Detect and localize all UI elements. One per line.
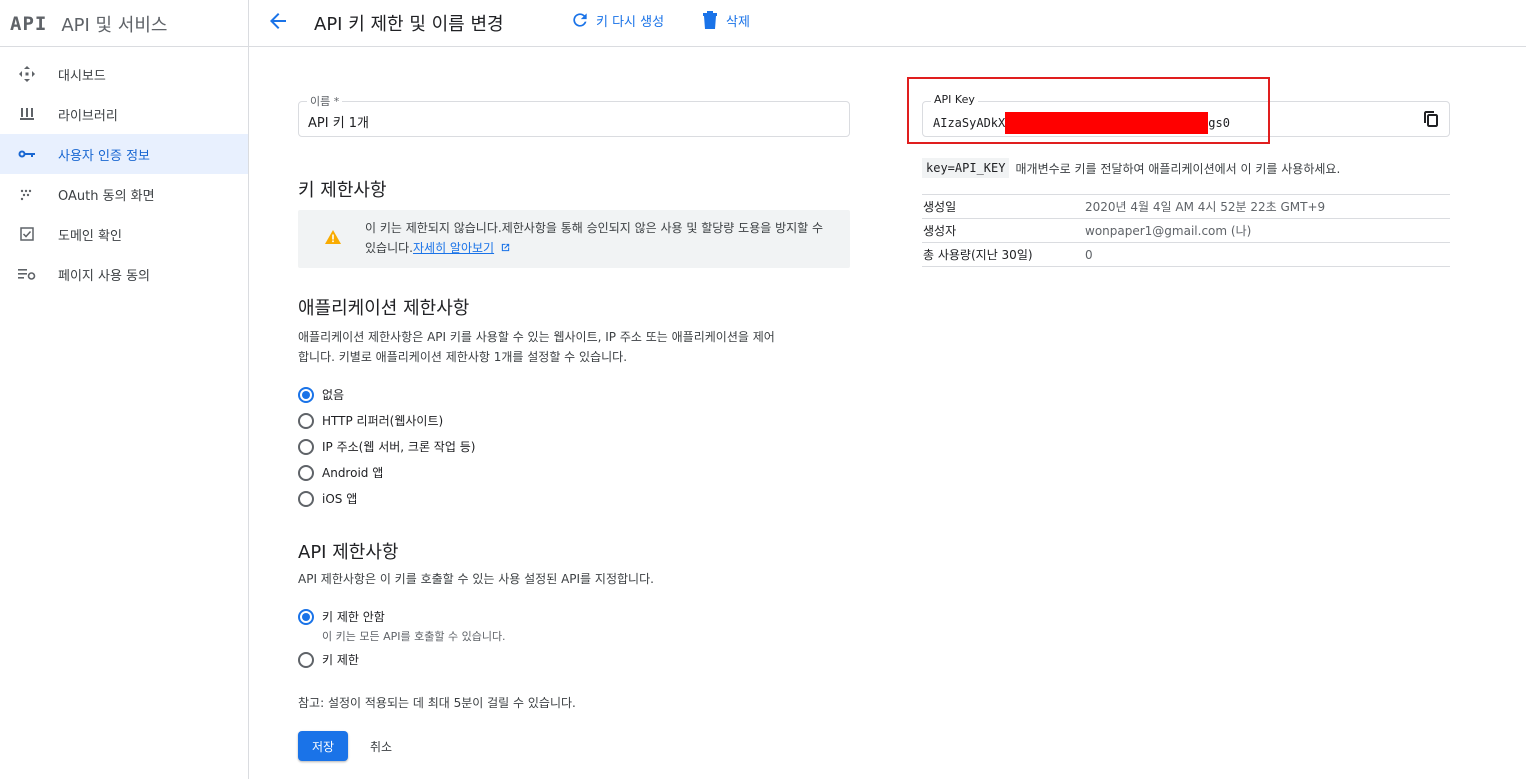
sidebar-item-label: 라이브러리 bbox=[58, 108, 118, 124]
radio-app-ip-address[interactable]: IP 주소(웹 서버, 크론 작업 등) bbox=[298, 438, 475, 455]
radio-unselected-icon bbox=[298, 651, 314, 668]
oauth-consent-icon bbox=[18, 185, 36, 203]
sidebar-item-domain-verification[interactable]: 도메인 확인 bbox=[0, 214, 248, 254]
key-icon bbox=[18, 145, 36, 163]
radio-label: 키 제한 안함 bbox=[322, 610, 385, 624]
radio-label: HTTP 리퍼러(웹사이트) bbox=[322, 414, 444, 428]
radio-label: IP 주소(웹 서버, 크론 작업 등) bbox=[322, 440, 476, 454]
hint-code: key=API_KEY bbox=[922, 158, 1010, 178]
sidebar: 대시보드 라이브러리 사용자 인증 정보 OAuth 동의 화면 도메인 확인 … bbox=[0, 47, 249, 779]
unrestricted-warning: 이 키는 제한되지 않습니다.제한사항을 통해 승인되지 않은 사용 및 할당량… bbox=[298, 210, 850, 268]
sidebar-item-label: OAuth 동의 화면 bbox=[58, 188, 155, 204]
top-bar: API API 및 서비스 API 키 제한 및 이름 변경 키 다시 생성 삭… bbox=[0, 0, 1526, 47]
info-value: wonpaper1@gmail.com (나) bbox=[1085, 224, 1252, 238]
radio-label: 없음 bbox=[322, 388, 345, 402]
copy-icon[interactable] bbox=[1423, 110, 1439, 128]
name-field[interactable]: 이름 * API 키 1개 bbox=[298, 93, 850, 137]
app-restrictions-description-2: 합니다. 키별로 애플리케이션 제한사항 1개를 설정할 수 있습니다. bbox=[298, 350, 628, 364]
learn-more-link[interactable]: 자세히 알아보기 bbox=[413, 241, 494, 255]
trash-icon bbox=[703, 11, 717, 29]
sidebar-item-label: 대시보드 bbox=[58, 68, 106, 84]
radio-unselected-icon bbox=[298, 464, 314, 481]
sidebar-item-dashboard[interactable]: 대시보드 bbox=[0, 54, 248, 94]
sidebar-item-page-usage-agreement[interactable]: 페이지 사용 동의 bbox=[0, 254, 248, 294]
info-value: 2020년 4월 4일 AM 4시 52분 22초 GMT+9 bbox=[1085, 200, 1326, 214]
key-restrictions-heading: 키 제한사항 bbox=[298, 180, 387, 201]
key-info-table: 생성일 2020년 4월 4일 AM 4시 52분 22초 GMT+9 생성자 … bbox=[922, 194, 1450, 267]
name-field-value[interactable]: API 키 1개 bbox=[308, 112, 369, 131]
radio-selected-icon bbox=[298, 386, 314, 403]
table-row: 생성일 2020년 4월 4일 AM 4시 52분 22초 GMT+9 bbox=[922, 195, 1450, 219]
sidebar-item-label: 페이지 사용 동의 bbox=[58, 268, 150, 284]
warning-icon bbox=[325, 230, 341, 244]
name-field-label: 이름 * bbox=[307, 93, 343, 109]
radio-app-ios[interactable]: iOS 앱 bbox=[298, 490, 357, 507]
radio-label: 키 제한 bbox=[322, 653, 359, 667]
annotation-highlight-box bbox=[907, 77, 1270, 144]
main-content: 이름 * API 키 1개 키 제한사항 이 키는 제한되지 않습니다.제한사항… bbox=[250, 48, 1526, 779]
radio-label: Android 앱 bbox=[322, 466, 384, 480]
api-logo: API bbox=[10, 12, 48, 35]
save-button[interactable]: 저장 bbox=[298, 731, 348, 761]
radio-sublabel: 이 키는 모든 API를 호출할 수 있습니다. bbox=[322, 630, 506, 643]
note-text: 참고: 설정이 적용되는 데 최대 5분이 걸릴 수 있습니다. bbox=[298, 696, 576, 710]
radio-app-android[interactable]: Android 앱 bbox=[298, 464, 383, 481]
info-value: 0 bbox=[1085, 247, 1093, 262]
info-key: 생성자 bbox=[923, 224, 957, 238]
regenerate-label: 키 다시 생성 bbox=[596, 14, 665, 30]
library-icon bbox=[18, 105, 36, 123]
warning-message: 이 키는 제한되지 않습니다.제한사항을 통해 승인되지 않은 사용 및 할당량… bbox=[365, 218, 835, 258]
delete-button[interactable]: 삭제 bbox=[702, 10, 750, 30]
radio-unselected-icon bbox=[298, 412, 314, 429]
radio-api-restricted[interactable]: 키 제한 bbox=[298, 651, 359, 668]
delete-label: 삭제 bbox=[726, 14, 750, 30]
page-title: API 키 제한 및 이름 변경 bbox=[314, 14, 504, 35]
sidebar-item-oauth-consent[interactable]: OAuth 동의 화면 bbox=[0, 174, 248, 214]
sidebar-item-label: 도메인 확인 bbox=[58, 228, 122, 244]
api-key-hint: key=API_KEY 매개변수로 키를 전달하여 애플리케이션에서 이 키를 … bbox=[922, 158, 1340, 178]
dashboard-icon bbox=[18, 65, 36, 83]
api-restrictions-heading: API 제한사항 bbox=[298, 542, 399, 563]
product-title[interactable]: API 및 서비스 bbox=[61, 11, 167, 37]
sidebar-item-library[interactable]: 라이브러리 bbox=[0, 94, 248, 134]
back-arrow-icon[interactable] bbox=[266, 9, 290, 33]
radio-label: iOS 앱 bbox=[322, 492, 358, 506]
radio-unselected-icon bbox=[298, 438, 314, 455]
cancel-button[interactable]: 취소 bbox=[360, 731, 402, 761]
radio-app-none[interactable]: 없음 bbox=[298, 386, 344, 403]
table-row: 총 사용량(지난 30일) 0 bbox=[922, 243, 1450, 267]
radio-api-unrestricted[interactable]: 키 제한 안함 bbox=[298, 608, 385, 625]
sidebar-item-label: 사용자 인증 정보 bbox=[58, 148, 150, 164]
settings-list-icon bbox=[18, 265, 36, 283]
radio-unselected-icon bbox=[298, 490, 314, 507]
sidebar-item-credentials[interactable]: 사용자 인증 정보 bbox=[0, 134, 248, 174]
brand: API API 및 서비스 bbox=[0, 0, 249, 47]
open-in-new-icon[interactable] bbox=[500, 242, 511, 253]
regenerate-key-button[interactable]: 키 다시 생성 bbox=[570, 10, 664, 30]
hint-text: 매개변수로 키를 전달하여 애플리케이션에서 이 키를 사용하세요. bbox=[1015, 161, 1341, 176]
radio-app-http-referrer[interactable]: HTTP 리퍼러(웹사이트) bbox=[298, 412, 443, 429]
checkbox-icon bbox=[18, 225, 36, 243]
table-row: 생성자 wonpaper1@gmail.com (나) bbox=[922, 219, 1450, 243]
info-key: 총 사용량(지난 30일) bbox=[923, 248, 1033, 262]
app-restrictions-description-1: 애플리케이션 제한사항은 API 키를 사용할 수 있는 웹사이트, IP 주소… bbox=[298, 330, 775, 344]
radio-selected-icon bbox=[298, 608, 314, 625]
api-restrictions-description: API 제한사항은 이 키를 호출할 수 있는 사용 설정된 API를 지정합니… bbox=[298, 572, 654, 586]
info-key: 생성일 bbox=[923, 200, 957, 214]
app-restrictions-heading: 애플리케이션 제한사항 bbox=[298, 298, 470, 319]
refresh-icon bbox=[573, 13, 587, 27]
